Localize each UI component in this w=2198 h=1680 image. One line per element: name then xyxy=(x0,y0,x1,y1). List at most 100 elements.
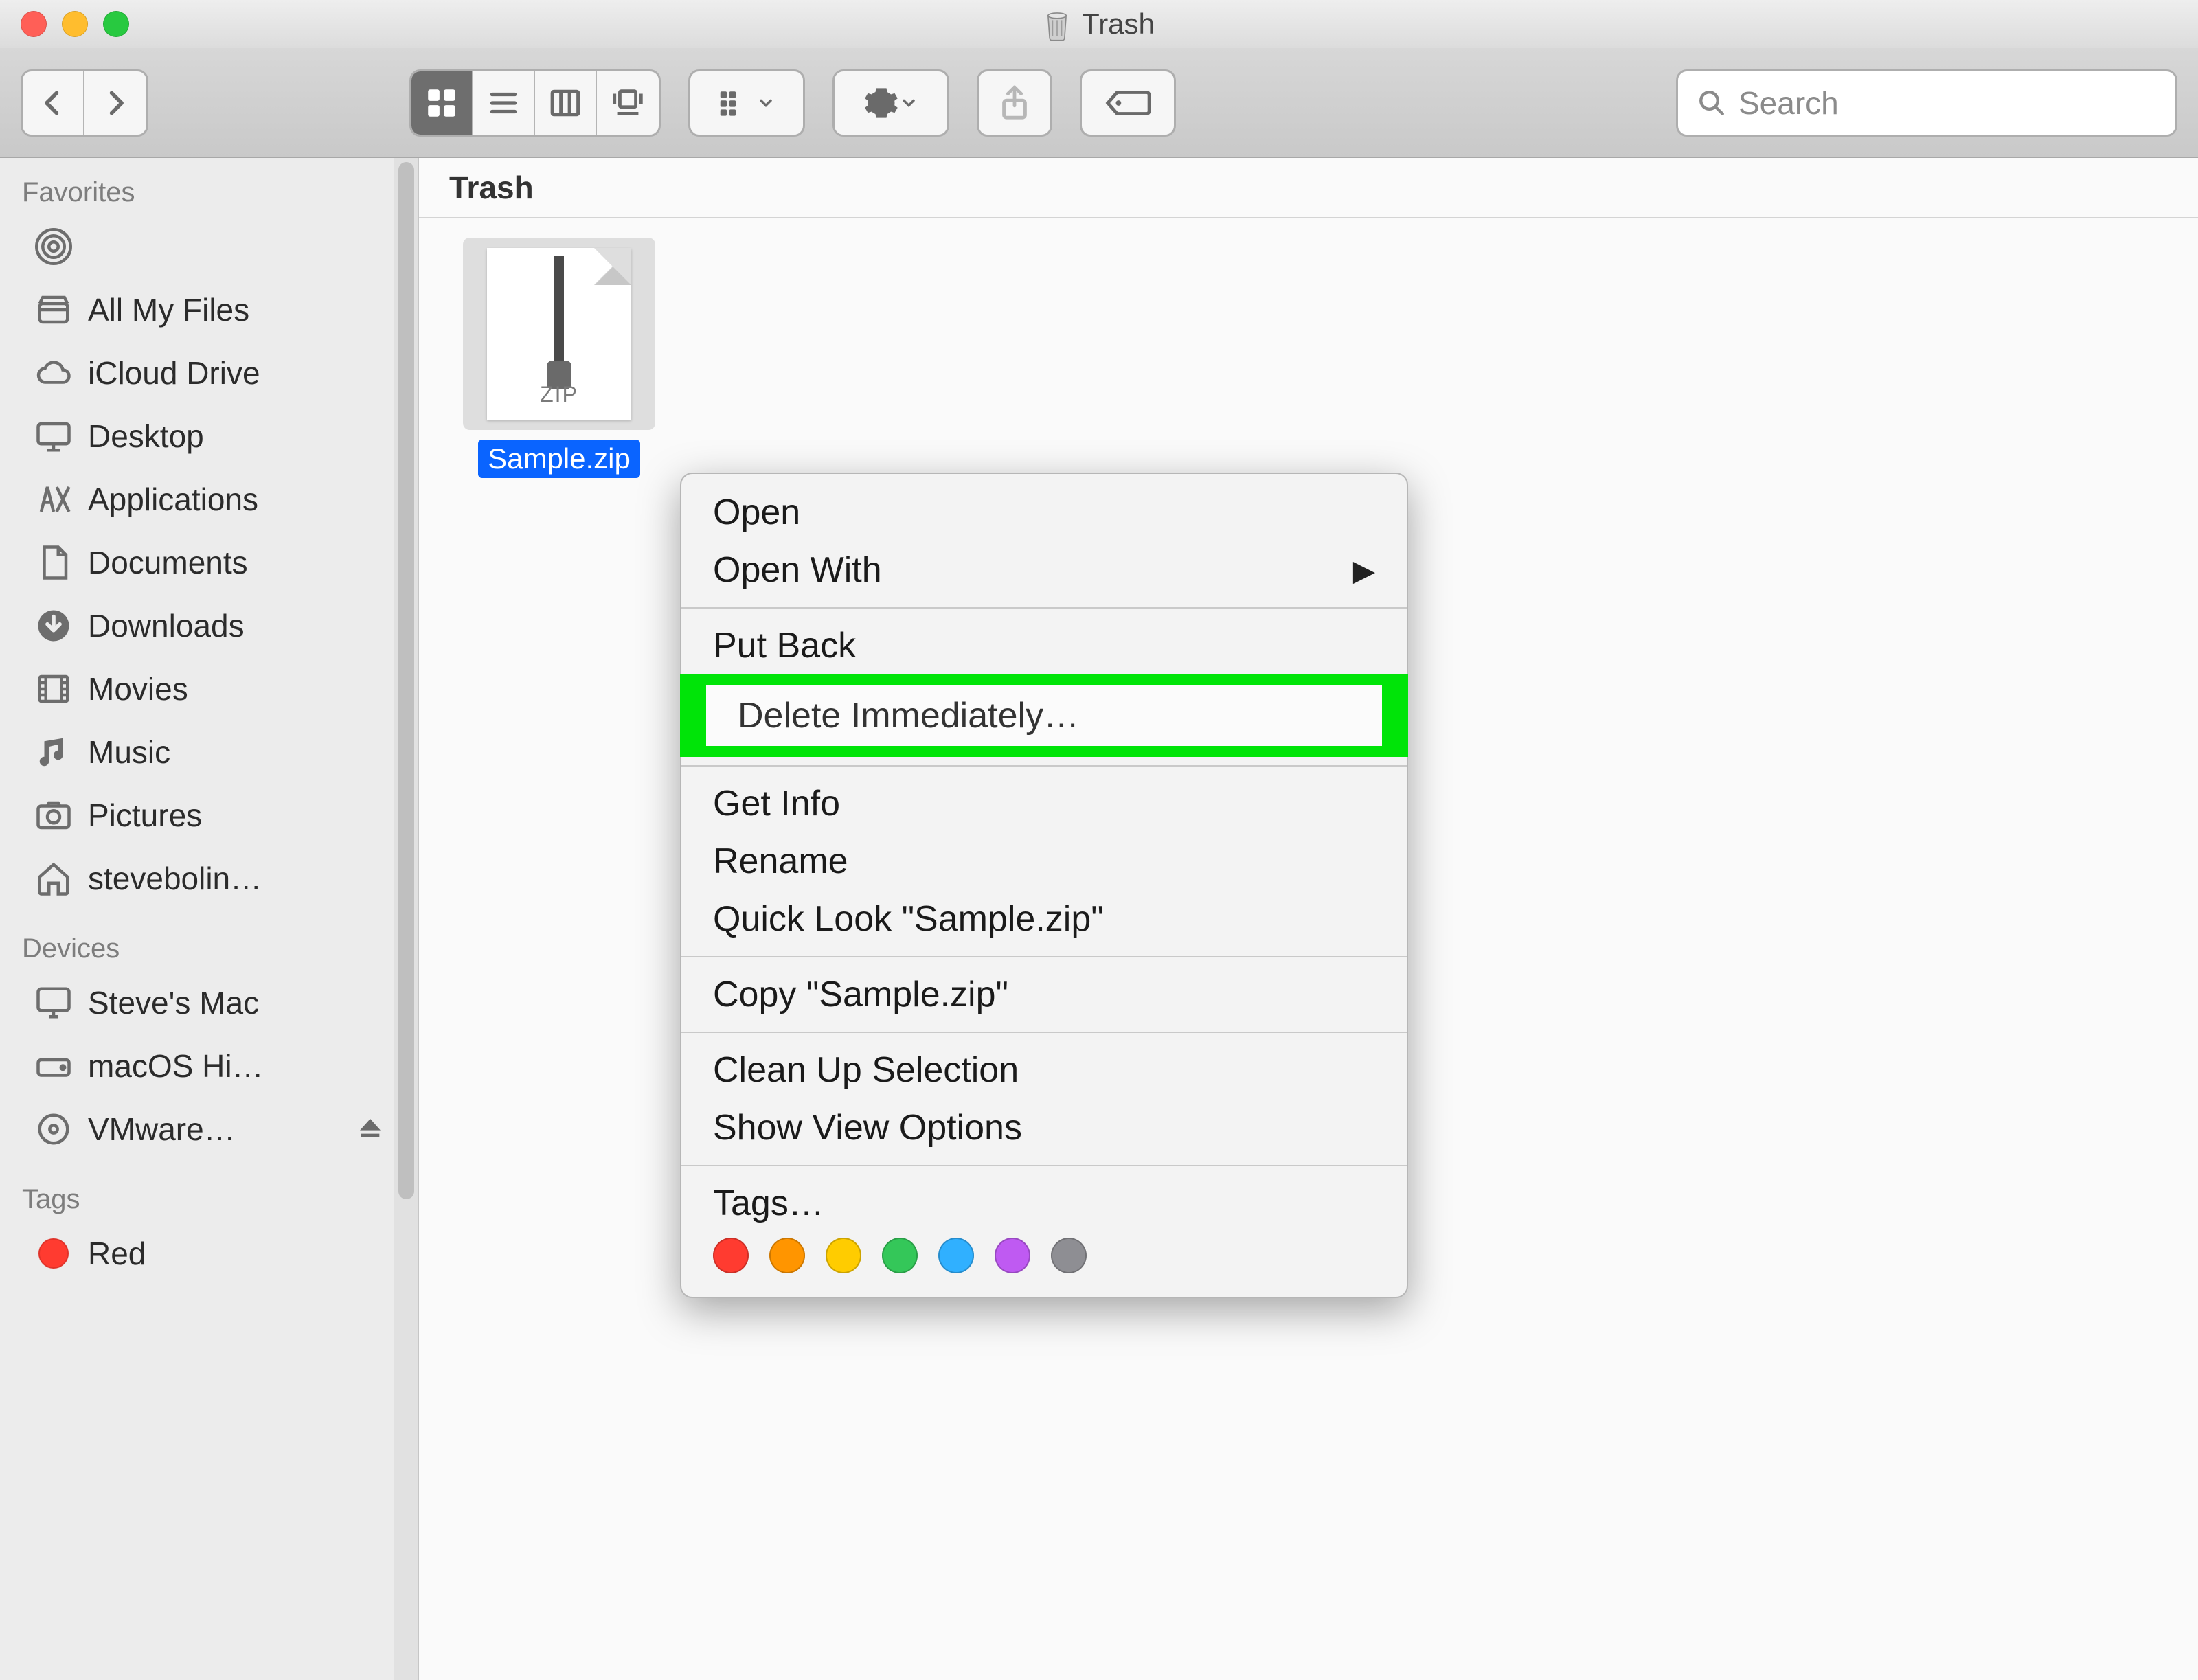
close-window-button[interactable] xyxy=(21,11,47,37)
sidebar-item-downloads[interactable]: Downloads xyxy=(0,594,418,657)
main-content: Trash ZIP Sample.zip Open Open With xyxy=(419,158,2198,1680)
location-header: Trash xyxy=(419,158,2198,218)
menu-item-copy[interactable]: Copy "Sample.zip" xyxy=(681,966,1407,1023)
tag-circle-green[interactable] xyxy=(882,1238,918,1273)
menu-item-label: Delete Immediately… xyxy=(738,696,1079,736)
titlebar: Trash xyxy=(0,0,2198,48)
list-view-button[interactable] xyxy=(473,71,535,135)
menu-separator xyxy=(681,1165,1407,1166)
fullscreen-window-button[interactable] xyxy=(103,11,129,37)
file-thumbnail: ZIP xyxy=(463,238,655,430)
tag-circle-purple[interactable] xyxy=(995,1238,1030,1273)
submenu-arrow-icon: ▶ xyxy=(1353,554,1375,587)
edit-tags-button[interactable] xyxy=(1080,69,1176,137)
sidebar-item-documents[interactable]: Documents xyxy=(0,531,418,594)
sidebar-item-pictures[interactable]: Pictures xyxy=(0,784,418,847)
highlight-annotation: Delete Immediately… xyxy=(680,674,1408,757)
sidebar-item-airdrop[interactable] xyxy=(0,215,418,278)
file-name-label[interactable]: Sample.zip xyxy=(478,440,640,478)
tag-circle-yellow[interactable] xyxy=(826,1238,861,1273)
icon-view-button[interactable] xyxy=(411,71,473,135)
action-menu-button[interactable] xyxy=(832,69,949,137)
toolbar xyxy=(0,48,2198,158)
sidebar-item-label: macOS Hi… xyxy=(88,1047,418,1085)
home-icon xyxy=(34,859,73,898)
desktop-icon xyxy=(34,417,73,455)
sidebar-item-label: Applications xyxy=(88,481,418,518)
menu-item-rename[interactable]: Rename xyxy=(681,832,1407,890)
sidebar-item-label: Music xyxy=(88,734,418,771)
sidebar-item-label: Steve's Mac xyxy=(88,984,418,1021)
tag-circle-blue[interactable] xyxy=(938,1238,974,1273)
nav-back-forward xyxy=(21,69,148,137)
menu-item-quick-look[interactable]: Quick Look "Sample.zip" xyxy=(681,890,1407,948)
file-grid[interactable]: ZIP Sample.zip Open Open With ▶ Put Back xyxy=(419,218,2198,1680)
sidebar-item-label: All My Files xyxy=(88,291,418,328)
sidebar-item-label: VMware… xyxy=(88,1111,341,1148)
chevron-down-icon xyxy=(756,93,775,113)
coverflow-view-button[interactable] xyxy=(597,71,659,135)
forward-button[interactable] xyxy=(84,71,146,135)
window-controls xyxy=(0,11,129,37)
disk-icon xyxy=(34,1047,73,1085)
scrollbar-thumb[interactable] xyxy=(398,162,414,1199)
menu-item-put-back[interactable]: Put Back xyxy=(681,617,1407,674)
menu-item-tags[interactable]: Tags… xyxy=(681,1174,1407,1227)
tag-circle-gray[interactable] xyxy=(1051,1238,1087,1273)
sidebar-item-label: Documents xyxy=(88,544,418,581)
sidebar-item-desktop[interactable]: Desktop xyxy=(0,405,418,468)
trash-icon xyxy=(1043,9,1071,39)
sidebar: Favorites All My Files iCloud Drive Desk… xyxy=(0,158,419,1680)
arrange-button[interactable] xyxy=(688,69,805,137)
file-ext-label: ZIP xyxy=(487,382,631,407)
sidebar-item-disk-macos[interactable]: macOS Hi… xyxy=(0,1034,418,1098)
menu-item-label: Open xyxy=(713,492,800,533)
sidebar-heading-devices: Devices xyxy=(0,931,418,971)
sidebar-item-this-mac[interactable]: Steve's Mac xyxy=(0,971,418,1034)
file-item[interactable]: ZIP Sample.zip xyxy=(449,238,669,478)
tag-circle-red[interactable] xyxy=(713,1238,749,1273)
sidebar-item-label: Red xyxy=(88,1235,418,1272)
menu-item-show-view-options[interactable]: Show View Options xyxy=(681,1099,1407,1157)
eject-icon[interactable] xyxy=(356,1115,384,1143)
sidebar-item-tag-red[interactable]: Red xyxy=(0,1222,418,1285)
airdrop-icon xyxy=(34,227,73,266)
sidebar-item-label: Desktop xyxy=(88,418,418,455)
zip-file-icon: ZIP xyxy=(487,248,631,420)
gear-icon xyxy=(863,85,899,121)
back-button[interactable] xyxy=(23,71,84,135)
menu-item-label: Tags… xyxy=(713,1183,824,1224)
sidebar-item-movies[interactable]: Movies xyxy=(0,657,418,720)
sidebar-item-icloud-drive[interactable]: iCloud Drive xyxy=(0,341,418,405)
sidebar-item-disc-vmware[interactable]: VMware… xyxy=(0,1098,418,1161)
sidebar-item-all-my-files[interactable]: All My Files xyxy=(0,278,418,341)
sidebar-item-label: iCloud Drive xyxy=(88,354,418,391)
menu-item-label: Open With xyxy=(713,549,882,591)
menu-item-delete-immediately[interactable]: Delete Immediately… xyxy=(706,685,1382,746)
window-title: Trash xyxy=(0,8,2198,41)
share-button[interactable] xyxy=(977,69,1052,137)
column-view-button[interactable] xyxy=(535,71,597,135)
sidebar-item-applications[interactable]: Applications xyxy=(0,468,418,531)
disc-icon xyxy=(34,1110,73,1148)
menu-item-open[interactable]: Open xyxy=(681,484,1407,541)
sidebar-heading-tags: Tags xyxy=(0,1181,418,1222)
tag-circle-orange[interactable] xyxy=(769,1238,805,1273)
chevron-down-icon xyxy=(899,93,918,113)
menu-item-get-info[interactable]: Get Info xyxy=(681,775,1407,832)
sidebar-item-home[interactable]: stevebolin… xyxy=(0,847,418,910)
menu-separator xyxy=(681,956,1407,957)
menu-item-label: Show View Options xyxy=(713,1107,1022,1148)
minimize-window-button[interactable] xyxy=(62,11,88,37)
sidebar-item-label: Movies xyxy=(88,670,418,707)
sidebar-item-label: Pictures xyxy=(88,797,418,834)
allfiles-icon xyxy=(34,291,73,329)
sidebar-item-music[interactable]: Music xyxy=(0,720,418,784)
movies-icon xyxy=(34,670,73,708)
menu-item-clean-up-selection[interactable]: Clean Up Selection xyxy=(681,1041,1407,1099)
search-input[interactable] xyxy=(1738,84,2156,122)
menu-item-open-with[interactable]: Open With ▶ xyxy=(681,541,1407,599)
search-field[interactable] xyxy=(1676,69,2177,137)
sidebar-scrollbar[interactable] xyxy=(394,158,418,1680)
menu-item-label: Copy "Sample.zip" xyxy=(713,974,1008,1015)
